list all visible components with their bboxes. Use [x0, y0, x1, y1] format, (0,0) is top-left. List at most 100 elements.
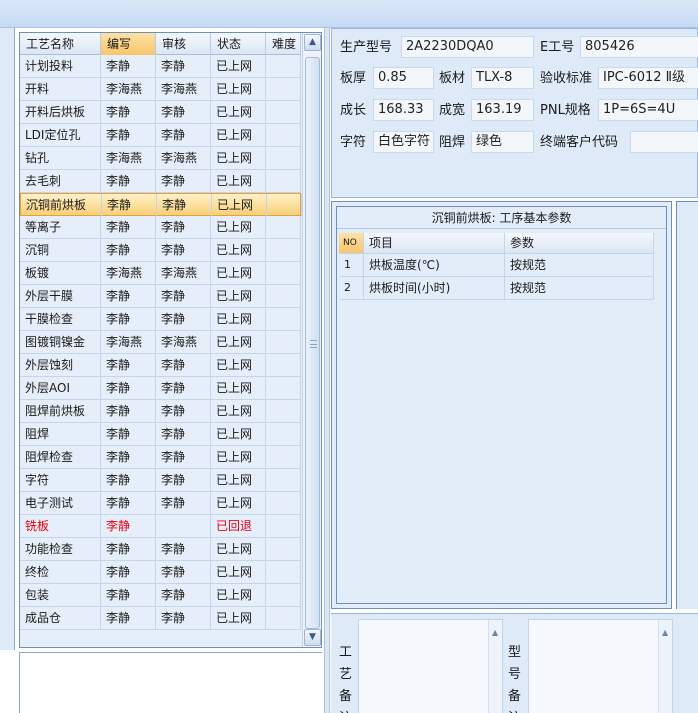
writer-cell: 李静	[101, 469, 156, 491]
process-name-cell: 阻焊前烘板	[20, 400, 101, 422]
process-name-cell: 沉铜前烘板	[21, 194, 102, 216]
reviewer-cell: 李静	[156, 124, 211, 146]
params-header-item[interactable]: 项目	[364, 233, 505, 253]
difficulty-cell	[266, 446, 301, 468]
table-row[interactable]: 计划投料 李静 李静 已上网	[20, 55, 301, 78]
process-name-cell: 图镀铜镍金	[20, 331, 101, 353]
table-row[interactable]: 外层蚀刻 李静 李静 已上网	[20, 354, 301, 377]
status-cell: 已上网	[211, 607, 266, 629]
difficulty-cell	[266, 55, 301, 77]
lower-left-pane	[19, 652, 322, 713]
header-status[interactable]: 状态	[211, 33, 266, 55]
table-row[interactable]: 终检 李静 李静 已上网	[20, 561, 301, 584]
table-row[interactable]: 板镀 李海燕 李海燕 已上网	[20, 262, 301, 285]
writer-cell: 李静	[101, 607, 156, 629]
table-row[interactable]: 外层干膜 李静 李静 已上网	[20, 285, 301, 308]
reviewer-cell: 李静	[156, 170, 211, 192]
header-process-name[interactable]: 工艺名称	[20, 33, 101, 55]
reviewer-cell: 李海燕	[156, 78, 211, 100]
table-row[interactable]: 阻焊 李静 李静 已上网	[20, 423, 301, 446]
difficulty-cell	[266, 262, 301, 284]
writer-cell: 李海燕	[101, 331, 156, 353]
table-row[interactable]: 沉铜 李静 李静 已上网	[20, 239, 301, 262]
scroll-up-icon[interactable]: ▲	[304, 34, 321, 51]
status-cell: 已上网	[211, 400, 266, 422]
pnl-field[interactable]: 1P=6S=4U	[598, 99, 698, 121]
vertical-splitter[interactable]	[324, 28, 330, 713]
window-title-bar	[0, 0, 698, 28]
header-reviewer[interactable]: 审核	[156, 33, 211, 55]
table-row[interactable]: 开料后烘板 李静 李静 已上网	[20, 101, 301, 124]
model-remarks-textarea[interactable]: ▲	[528, 619, 673, 713]
status-cell: 已上网	[211, 377, 266, 399]
thickness-field[interactable]: 0.85	[373, 67, 434, 89]
customer-field[interactable]	[630, 131, 698, 153]
difficulty-cell	[266, 515, 301, 537]
table-row[interactable]: 图镀铜镍金 李海燕 李海燕 已上网	[20, 331, 301, 354]
table-row[interactable]: 成品仓 李静 李静 已上网	[20, 607, 301, 630]
scroll-up-icon[interactable]: ▲	[492, 628, 498, 637]
standard-field[interactable]: IPC-6012 Ⅱ级	[598, 67, 698, 89]
table-row[interactable]: 字符 李静 李静 已上网	[20, 469, 301, 492]
header-difficulty[interactable]: 难度	[266, 33, 301, 55]
process-remarks-textarea[interactable]: ▲	[358, 619, 503, 713]
table-row[interactable]: 功能检查 李静 李静 已上网	[20, 538, 301, 561]
table-row[interactable]: 电子测试 李静 李静 已上网	[20, 492, 301, 515]
reviewer-cell: 李静	[156, 561, 211, 583]
table-row[interactable]: LDI定位孔 李静 李静 已上网	[20, 124, 301, 147]
model-field[interactable]: 2A2230DQA0	[401, 36, 534, 58]
model-remarks-label: 型号备注	[508, 645, 522, 713]
reviewer-cell: 李海燕	[156, 147, 211, 169]
scroll-up-icon[interactable]: ▲	[662, 628, 668, 637]
table-row[interactable]: 干膜检查 李静 李静 已上网	[20, 308, 301, 331]
mask-field[interactable]: 绿色	[471, 131, 534, 153]
writer-cell: 李静	[101, 423, 156, 445]
writer-cell: 李海燕	[101, 147, 156, 169]
table-row[interactable]: 钻孔 李海燕 李海燕 已上网	[20, 147, 301, 170]
table-row[interactable]: 等离子 李静 李静 已上网	[20, 216, 301, 239]
eng-label: E工号	[540, 40, 575, 55]
status-cell: 已上网	[211, 101, 266, 123]
width-field[interactable]: 163.19	[471, 99, 534, 121]
reviewer-cell: 李静	[156, 285, 211, 307]
legend-field[interactable]: 白色字符	[373, 131, 434, 153]
params-row[interactable]: 1 烘板温度(℃) 按规范	[339, 254, 654, 277]
header-writer[interactable]: 编写	[101, 33, 156, 55]
writer-cell: 李静	[101, 308, 156, 330]
length-field[interactable]: 168.33	[373, 99, 434, 121]
params-header-value[interactable]: 参数	[505, 233, 654, 253]
params-row[interactable]: 2 烘板时间(小时) 按规范	[339, 277, 654, 300]
difficulty-cell	[266, 239, 301, 261]
table-row[interactable]: 铣板 李静 已回退	[20, 515, 301, 538]
param-no-cell: 2	[339, 277, 364, 299]
scroll-down-icon[interactable]: ▼	[304, 629, 321, 646]
eng-field[interactable]: 805426	[580, 36, 698, 58]
difficulty-cell	[266, 561, 301, 583]
process-name-cell: 沉铜	[20, 239, 101, 261]
writer-cell: 李海燕	[101, 78, 156, 100]
left-collapsed-panel	[0, 28, 15, 713]
remarks-scrollbar[interactable]: ▲	[488, 620, 502, 713]
params-header-no[interactable]: NO	[339, 233, 364, 253]
table-row[interactable]: 去毛刺 李静 李静 已上网	[20, 170, 301, 193]
status-cell: 已上网	[211, 239, 266, 261]
width-label: 成宽	[439, 103, 466, 118]
difficulty-cell	[266, 124, 301, 146]
table-row[interactable]: 外层AOI 李静 李静 已上网	[20, 377, 301, 400]
table-row[interactable]: 沉铜前烘板 李静 李静 已上网	[20, 193, 302, 216]
process-steps-table: 工艺名称 编写 审核 状态 难度 计划投料 李静 李静 已上网 开料 李海燕 李海燕 已上网开…	[19, 32, 322, 648]
process-name-cell: 包装	[20, 584, 101, 606]
table-row[interactable]: 阻焊检查 李静 李静 已上网	[20, 446, 301, 469]
reviewer-cell: 李静	[156, 607, 211, 629]
steps-vertical-scrollbar[interactable]: ▲ ▼	[302, 33, 321, 647]
material-field[interactable]: TLX-8	[471, 67, 534, 89]
table-row[interactable]: 包装 李静 李静 已上网	[20, 584, 301, 607]
table-row[interactable]: 开料 李海燕 李海燕 已上网	[20, 78, 301, 101]
process-name-cell: 电子测试	[20, 492, 101, 514]
table-header: 工艺名称 编写 审核 状态 难度	[20, 33, 301, 55]
reviewer-cell	[156, 515, 211, 537]
remarks-scrollbar[interactable]: ▲	[658, 620, 672, 713]
scrollbar-thumb[interactable]	[305, 57, 320, 629]
table-row[interactable]: 阻焊前烘板 李静 李静 已上网	[20, 400, 301, 423]
status-cell: 已上网	[211, 561, 266, 583]
